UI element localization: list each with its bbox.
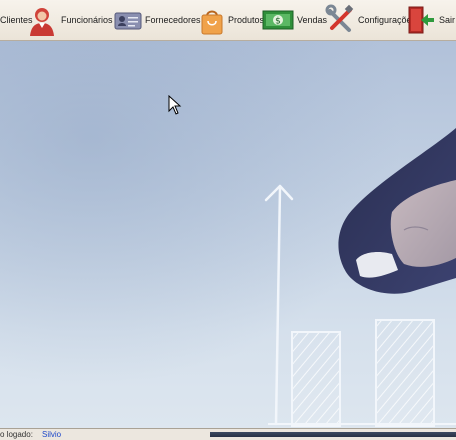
shopping-bag-icon (201, 10, 223, 35)
toolbar-label-produtos: Produtos (228, 15, 265, 25)
status-label-logged-user: o logado: (0, 430, 33, 439)
hand-image (338, 128, 456, 294)
status-bar: o logado: Silvio (0, 428, 456, 440)
toolbar-button-produtos[interactable]: Produtos (199, 0, 264, 40)
employee-icon (30, 8, 54, 36)
wallpaper-illustration (264, 128, 456, 427)
tools-icon (325, 4, 354, 32)
toolbar-button-fornecedores[interactable]: Fornecedores (114, 0, 201, 40)
exit-door-icon (408, 6, 434, 34)
bar-drawing-1 (291, 331, 341, 427)
toolbar-button-configuracoes[interactable]: Configurações (325, 0, 416, 40)
toolbar-button-funcionarios[interactable]: Funcionários (26, 0, 113, 40)
taskbar-strip (210, 432, 456, 437)
toolbar-label-vendas: Vendas (297, 15, 328, 25)
status-username: Silvio (42, 430, 62, 439)
svg-text:$: $ (275, 17, 281, 27)
money-icon: $ (262, 10, 294, 30)
toolbar-label-funcionarios: Funcionários (61, 15, 113, 25)
toolbar-button-sair[interactable]: Sair (406, 0, 455, 40)
toolbar-label-fornecedores: Fornecedores (145, 15, 201, 25)
supplier-card-icon (114, 12, 142, 30)
desktop-area (0, 40, 456, 428)
main-toolbar: Clientes Funcionários Fornecedores Produ… (0, 0, 456, 41)
mouse-cursor-icon (168, 95, 182, 115)
toolbar-label-sair: Sair (439, 15, 456, 25)
arrow-drawing (264, 184, 294, 426)
bar-drawing-2 (375, 319, 435, 427)
toolbar-button-vendas[interactable]: $ Vendas (262, 0, 327, 40)
